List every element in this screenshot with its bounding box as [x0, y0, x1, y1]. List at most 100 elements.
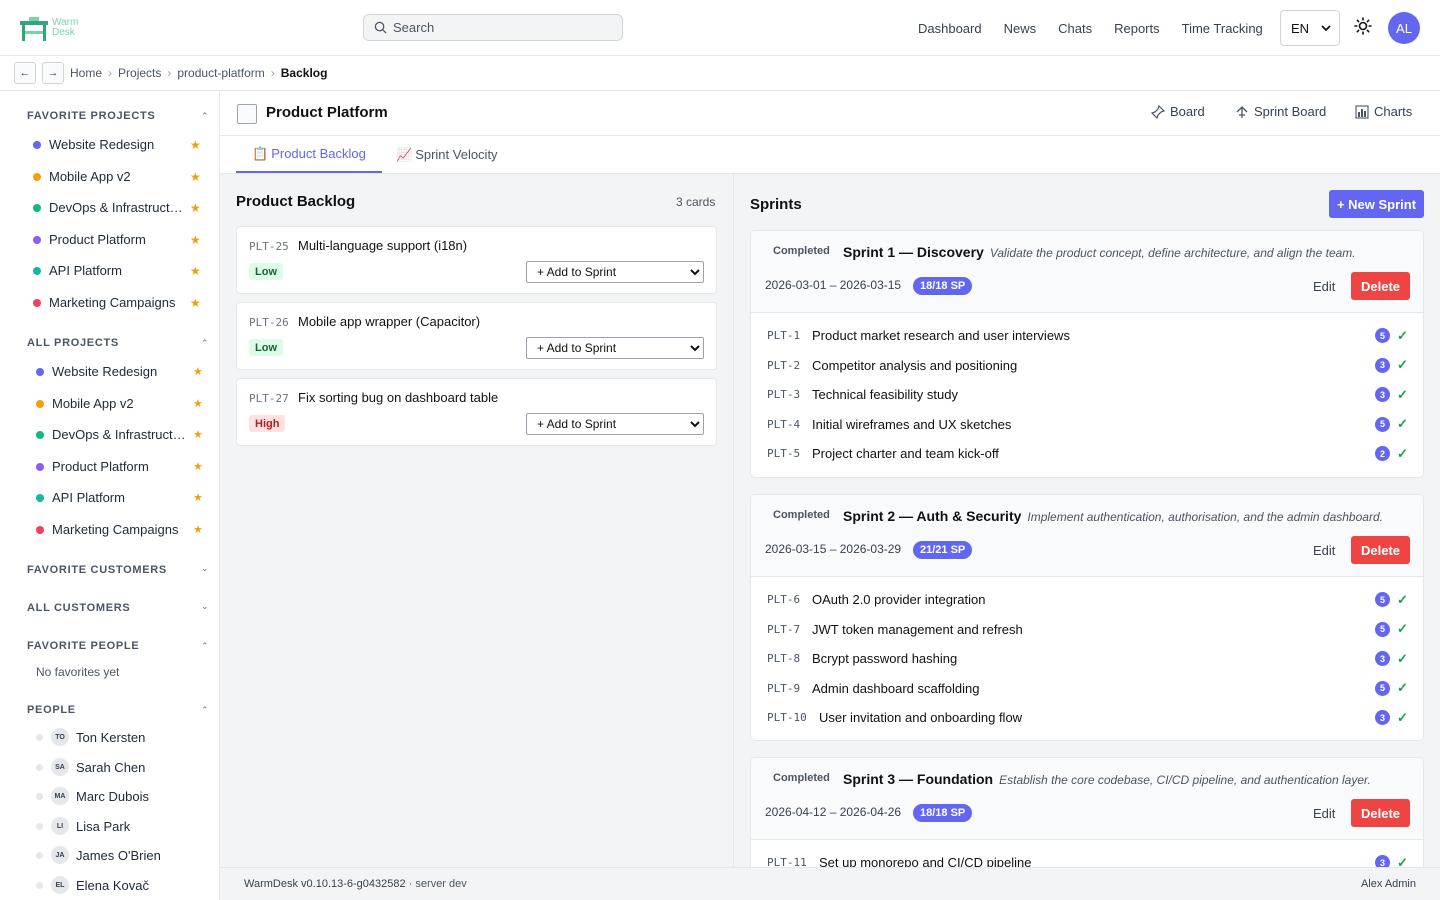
breadcrumb-current: Backlog [280, 66, 328, 80]
task-key: PLT-2 [767, 358, 801, 372]
section-favorite-projects[interactable]: FAVORITE PROJECTS [27, 110, 155, 122]
sprint-task[interactable]: PLT-9 Admin dashboard scaffolding 5 ✓ [751, 674, 1423, 704]
star-icon[interactable]: ★ [190, 201, 201, 215]
star-icon[interactable]: ★ [190, 138, 201, 152]
task-title: OAuth 2.0 provider integration [812, 592, 986, 608]
add-to-sprint-select[interactable]: + Add to Sprint [526, 337, 704, 359]
chevron-down-icon[interactable]: ⌄ [201, 563, 209, 574]
section-favorite-customers[interactable]: FAVORITE CUSTOMERS [27, 564, 167, 576]
star-icon[interactable]: ★ [190, 264, 201, 278]
section-people[interactable]: PEOPLE [27, 704, 76, 716]
back-button[interactable]: ← [14, 62, 36, 84]
sprint-task[interactable]: PLT-6 OAuth 2.0 provider integration 5 ✓ [751, 585, 1423, 615]
sprint-task[interactable]: PLT-2 Competitor analysis and positioning… [751, 351, 1423, 381]
sprint-task[interactable]: PLT-4 Initial wireframes and UX sketches 5… [751, 410, 1423, 440]
search-input[interactable] [393, 20, 603, 35]
task-points: 2 [1375, 446, 1390, 462]
person-avatar: LI [36, 817, 69, 835]
nav-dashboard[interactable]: Dashboard [918, 21, 982, 36]
language-select[interactable]: EN [1280, 10, 1340, 46]
star-icon[interactable]: ★ [190, 170, 201, 184]
board-button[interactable]: Board [1151, 104, 1205, 119]
sidebar-fav-project[interactable]: Marketing Campaigns [33, 295, 175, 310]
delete-sprint-button[interactable]: Delete [1351, 799, 1410, 827]
sidebar-fav-project[interactable]: DevOps & Infrastruct… [33, 200, 183, 215]
star-icon[interactable]: ★ [193, 491, 203, 504]
sidebar-project[interactable]: Website Redesign [36, 364, 157, 379]
breadcrumb-home[interactable]: Home [70, 66, 102, 80]
add-to-sprint-select[interactable]: + Add to Sprint [526, 413, 704, 435]
app-logo[interactable]: Warm Desk [18, 17, 80, 43]
sidebar-person[interactable]: TO Ton Kersten [36, 728, 145, 746]
search-box[interactable] [363, 14, 623, 41]
chevron-up-icon[interactable]: ⌃ [201, 705, 209, 716]
delete-sprint-button[interactable]: Delete [1351, 272, 1410, 300]
section-favorite-people[interactable]: FAVORITE PEOPLE [27, 640, 139, 652]
edit-sprint-button[interactable]: Edit [1313, 806, 1335, 821]
sidebar-person[interactable]: SA Sarah Chen [36, 758, 145, 776]
forward-button[interactable]: → [42, 62, 64, 84]
sidebar-fav-project[interactable]: Product Platform [33, 232, 146, 247]
user-avatar[interactable]: AL [1388, 12, 1420, 44]
star-icon[interactable]: ★ [193, 523, 203, 536]
project-color-dot [33, 172, 41, 181]
new-sprint-button[interactable]: + New Sprint [1329, 190, 1424, 218]
star-icon[interactable]: ★ [193, 428, 203, 441]
sprint-board-button[interactable]: Sprint Board [1235, 104, 1326, 119]
section-all-customers[interactable]: ALL CUSTOMERS [27, 602, 130, 614]
sprint-task[interactable]: PLT-7 JWT token management and refresh 5 ✓ [751, 615, 1423, 645]
tab-sprint-velocity[interactable]: 📈 Sprint Velocity [380, 136, 514, 173]
chevron-up-icon[interactable]: ⌃ [201, 338, 209, 349]
backlog-card[interactable]: PLT-27 Fix sorting bug on dashboard tabl… [236, 378, 717, 446]
backlog-card[interactable]: PLT-26 Mobile app wrapper (Capacitor) Lo… [236, 302, 717, 370]
sprint-task[interactable]: PLT-3 Technical feasibility study 3 ✓ [751, 380, 1423, 410]
star-icon[interactable]: ★ [190, 233, 201, 247]
sidebar-project[interactable]: API Platform [36, 490, 125, 505]
backlog-card[interactable]: PLT-25 Multi-language support (i18n) Low… [236, 226, 717, 294]
sprint-task[interactable]: PLT-1 Product market research and user in… [751, 321, 1423, 351]
sprint-task[interactable]: PLT-8 Bcrypt password hashing 3 ✓ [751, 644, 1423, 674]
edit-sprint-button[interactable]: Edit [1313, 279, 1335, 294]
nav-time-tracking[interactable]: Time Tracking [1182, 21, 1263, 36]
sprint-task[interactable]: PLT-10 User invitation and onboarding flo… [751, 703, 1423, 733]
check-icon: ✓ [1397, 621, 1408, 637]
star-icon[interactable]: ★ [193, 460, 203, 473]
breadcrumb-project[interactable]: product-platform [177, 66, 264, 80]
chevron-down-icon[interactable]: ⌄ [201, 601, 209, 612]
sidebar-project[interactable]: Marketing Campaigns [36, 522, 178, 537]
sidebar-project[interactable]: Product Platform [36, 459, 149, 474]
nav-news[interactable]: News [1004, 21, 1037, 36]
edit-sprint-button[interactable]: Edit [1313, 543, 1335, 558]
star-icon[interactable]: ★ [190, 296, 201, 310]
card-title: Mobile app wrapper (Capacitor) [298, 314, 481, 329]
sidebar-person[interactable]: JA James O'Brien [36, 846, 161, 864]
add-to-sprint-select[interactable]: + Add to Sprint [526, 261, 704, 283]
sprint-header: Completed Sprint 2 — Auth & Security Impl… [751, 495, 1423, 577]
delete-sprint-button[interactable]: Delete [1351, 536, 1410, 564]
breadcrumb-projects[interactable]: Projects [118, 66, 161, 80]
sprint-task[interactable]: PLT-5 Project charter and team kick-off 2 ✓ [751, 439, 1423, 469]
sprint-card: Completed Sprint 1 — Discovery Validate t… [750, 230, 1424, 478]
sidebar-fav-project[interactable]: Mobile App v2 [33, 169, 131, 184]
charts-button[interactable]: Charts [1355, 104, 1412, 119]
tab-label: Product Backlog [271, 146, 366, 161]
sidebar-person[interactable]: EL Elena Kovač [36, 876, 149, 894]
sidebar-fav-project[interactable]: Website Redesign [33, 137, 154, 152]
star-icon[interactable]: ★ [193, 365, 203, 378]
nav-chats[interactable]: Chats [1058, 21, 1092, 36]
sidebar-project[interactable]: Mobile App v2 [36, 396, 134, 411]
sidebar-person[interactable]: LI Lisa Park [36, 817, 130, 835]
person-name: Elena Kovač [76, 877, 149, 893]
check-icon: ✓ [1397, 591, 1408, 607]
chevron-up-icon[interactable]: ⌃ [201, 111, 209, 122]
theme-toggle[interactable] [1354, 17, 1372, 38]
nav-reports[interactable]: Reports [1114, 21, 1160, 36]
chevron-up-icon[interactable]: ⌃ [201, 641, 209, 652]
sidebar-project[interactable]: DevOps & Infrastruct… [36, 427, 186, 442]
star-icon[interactable]: ★ [193, 397, 203, 410]
sidebar-fav-project[interactable]: API Platform [33, 263, 122, 278]
sprint-task[interactable]: PLT-11 Set up monorepo and CI/CD pipeline… [751, 848, 1423, 867]
sidebar-person[interactable]: MA Marc Dubois [36, 787, 149, 805]
tab-product-backlog[interactable]: 📋 Product Backlog [236, 136, 382, 173]
section-all-projects[interactable]: ALL PROJECTS [27, 337, 119, 349]
